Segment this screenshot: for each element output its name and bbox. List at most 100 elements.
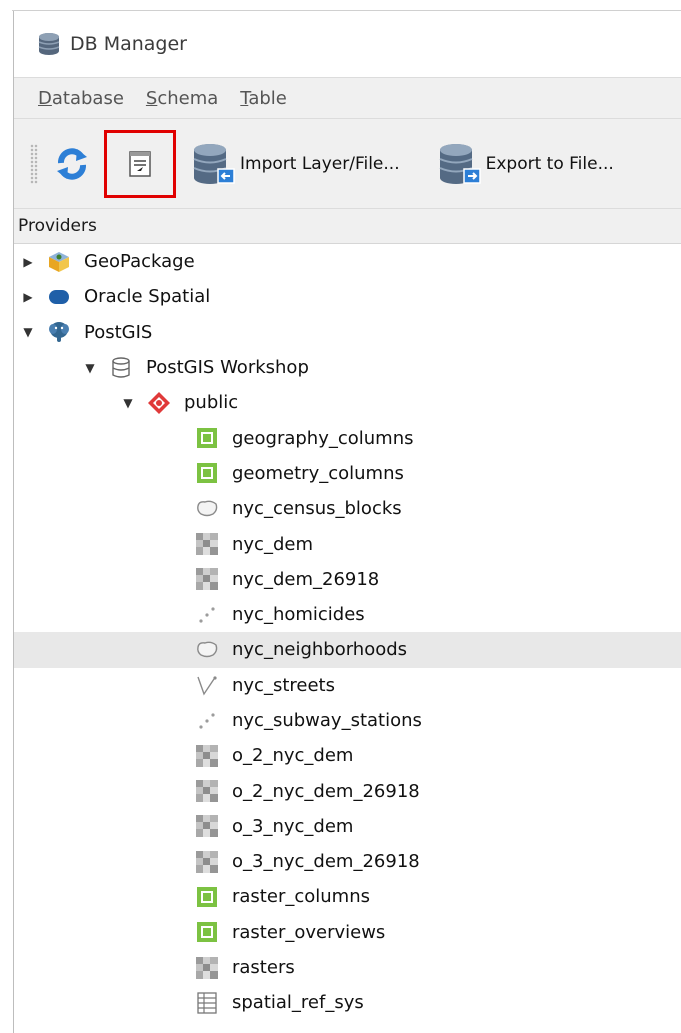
line-layer-icon: [194, 672, 220, 698]
refresh-button[interactable]: [50, 134, 94, 194]
table-name-label: nyc_neighborhoods: [232, 639, 408, 661]
table-name-label: spatial_ref_sys: [232, 992, 364, 1014]
tree-item-table[interactable]: o_3_nyc_dem_26918: [14, 844, 681, 879]
database-icon: [38, 33, 60, 55]
providers-header-label: Providers: [18, 216, 97, 236]
tree-item-postgis-workshop[interactable]: ▼ PostGIS Workshop: [14, 350, 681, 385]
point-layer-icon: [194, 602, 220, 628]
table-name-label: nyc_census_blocks: [232, 498, 402, 520]
tree-item-table[interactable]: nyc_neighborhoods: [14, 632, 681, 668]
tree-item-table[interactable]: raster_columns: [14, 879, 681, 914]
database-connection-icon: [108, 355, 134, 381]
tree-item-table[interactable]: geography_columns: [14, 420, 681, 455]
export-file-button[interactable]: Export to File...: [436, 134, 614, 194]
table-name-label: nyc_subway_stations: [232, 710, 422, 731]
table-plain-icon: [194, 990, 220, 1016]
info-button[interactable]: [104, 129, 176, 198]
expand-arrow-icon[interactable]: ▶: [20, 254, 36, 270]
oracle-icon: [46, 284, 72, 310]
tree-item-table[interactable]: o_2_nyc_dem_26918: [14, 773, 681, 808]
collapse-arrow-icon[interactable]: ▼: [20, 324, 36, 340]
collapse-arrow-icon[interactable]: ▼: [82, 360, 98, 376]
tree-item-table[interactable]: nyc_streets: [14, 668, 681, 703]
menu-bar: Database Schema Table: [14, 77, 681, 119]
tree-item-label: public: [184, 392, 239, 414]
expand-arrow-icon[interactable]: ▶: [20, 289, 36, 305]
collapse-arrow-icon[interactable]: ▼: [120, 395, 136, 411]
table-name-label: raster_overviews: [232, 921, 386, 943]
tree-item-table[interactable]: nyc_homicides: [14, 597, 681, 632]
table-name-label: raster_columns: [232, 886, 370, 908]
providers-header: Providers: [14, 209, 681, 244]
screen-top-edge: [0, 0, 681, 11]
tree-item-geopackage[interactable]: ▶ GeoPackage: [14, 244, 681, 279]
sql-window-icon: [129, 150, 151, 177]
raster-layer-icon: [194, 955, 220, 981]
table-name-label: o_3_nyc_dem: [232, 815, 354, 837]
menu-table[interactable]: Table: [240, 88, 287, 109]
tree-item-table[interactable]: o_3_nyc_dem: [14, 809, 681, 844]
table-green-icon: [194, 919, 220, 945]
import-database-icon: [193, 143, 235, 184]
table-list: geography_columns geometry_columns nyc_cen…: [14, 420, 681, 1020]
postgis-elephant-icon: [46, 319, 72, 345]
table-name-label: o_3_nyc_dem_26918: [232, 851, 420, 873]
export-file-label: Export to File...: [485, 153, 614, 174]
table-green-icon: [194, 884, 220, 910]
tree-item-label: PostGIS Workshop: [146, 357, 309, 379]
raster-layer-icon: [194, 849, 220, 875]
tree-item-table[interactable]: o_2_nyc_dem: [14, 738, 681, 773]
tree-item-table[interactable]: nyc_census_blocks: [14, 491, 681, 526]
tree-item-table[interactable]: raster_overviews: [14, 915, 681, 950]
tree-item-table[interactable]: nyc_dem: [14, 526, 681, 561]
tree-item-oracle-spatial[interactable]: ▶ Oracle Spatial: [14, 279, 681, 314]
geopackage-icon: [46, 249, 72, 275]
tree-item-label: GeoPackage: [84, 251, 195, 273]
menu-database-mnemonic: D: [38, 87, 52, 109]
raster-layer-icon: [194, 813, 220, 839]
tree-item-table[interactable]: spatial_ref_sys: [14, 985, 681, 1020]
polygon-layer-icon: [194, 496, 220, 522]
tree-item-postgis[interactable]: ▼ PostGIS: [14, 315, 681, 350]
point-layer-icon: [194, 708, 220, 734]
menu-schema[interactable]: Schema: [146, 88, 218, 109]
table-name-label: geometry_columns: [232, 462, 404, 484]
import-layer-label: Import Layer/File...: [240, 153, 400, 174]
tree-item-table[interactable]: geometry_columns: [14, 456, 681, 491]
raster-layer-icon: [194, 743, 220, 769]
raster-layer-icon: [194, 778, 220, 804]
db-manager-window: DB Manager Database Schema Table Import …: [13, 11, 681, 1033]
menu-database-label: atabase: [51, 87, 124, 109]
table-green-icon: [194, 460, 220, 486]
toolbar-grip[interactable]: [30, 143, 38, 184]
table-name-label: nyc_streets: [232, 674, 335, 696]
tree-item-table[interactable]: nyc_dem_26918: [14, 562, 681, 597]
polygon-layer-icon: [194, 637, 220, 663]
menu-schema-label: chema: [157, 87, 219, 109]
table-name-label: o_2_nyc_dem: [232, 745, 354, 767]
table-name-label: nyc_dem_26918: [232, 568, 380, 590]
tree-item-schema-public[interactable]: ▼ public: [14, 385, 681, 420]
export-database-icon: [439, 143, 481, 184]
raster-layer-icon: [194, 566, 220, 592]
window-title: DB Manager: [70, 33, 187, 55]
table-name-label: rasters: [232, 957, 295, 979]
table-name-label: geography_columns: [232, 427, 414, 449]
menu-schema-mnemonic: S: [145, 87, 158, 109]
table-name-label: nyc_dem: [232, 533, 313, 555]
schema-icon: [146, 390, 172, 416]
providers-tree: ▶ GeoPackage ▶ Oracle Spatial ▼ PostGIS …: [14, 244, 681, 1021]
menu-table-label: able: [248, 87, 287, 109]
menu-database[interactable]: Database: [38, 88, 124, 109]
raster-layer-icon: [194, 531, 220, 557]
tree-item-table[interactable]: nyc_subway_stations: [14, 703, 681, 738]
screen-left-edge: [0, 10, 12, 1033]
title-bar: DB Manager: [14, 11, 681, 77]
import-layer-button[interactable]: Import Layer/File...: [190, 134, 400, 194]
table-name-label: o_2_nyc_dem_26918: [232, 780, 420, 802]
refresh-icon: [57, 147, 87, 180]
tree-item-table[interactable]: rasters: [14, 950, 681, 985]
table-green-icon: [194, 425, 220, 451]
table-name-label: nyc_homicides: [232, 604, 365, 626]
tree-item-label: PostGIS: [84, 321, 153, 343]
